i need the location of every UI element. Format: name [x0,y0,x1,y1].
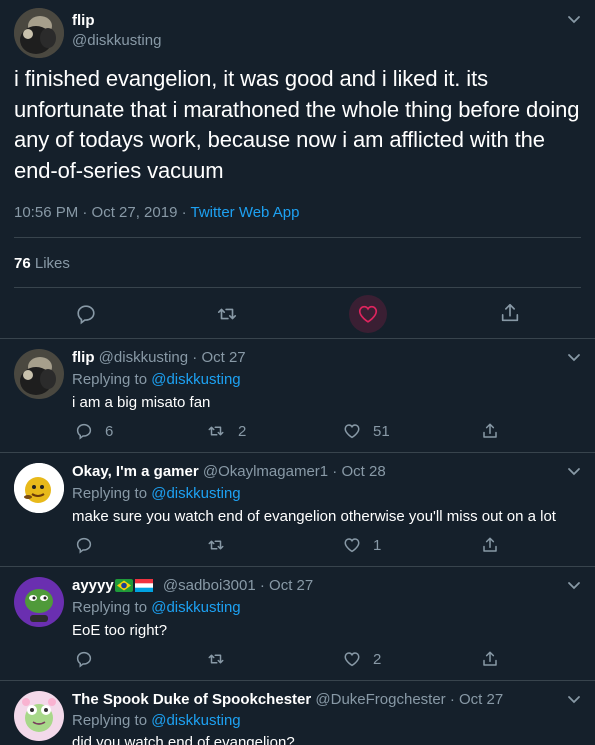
like-count: 2 [373,650,382,668]
reply-button[interactable] [75,650,105,668]
reply-icon [76,651,92,668]
replying-to-handle[interactable]: @diskkusting [151,371,240,388]
display-name[interactable]: Okay, I'm a gamer [72,463,199,480]
display-name[interactable]: The Spook Duke of Spookchester [72,691,311,708]
heart-icon [344,424,360,439]
reply-count: 6 [105,422,114,440]
likes-number: 76 [14,255,31,272]
reply-tweet[interactable]: flip @diskkusting · Oct 27 Replying to @… [0,339,595,452]
replying-prefix: Replying to [72,485,152,502]
reply-text: did you watch end of evangelion? [72,734,295,745]
reply-text: make sure you watch end of evangelion ot… [72,508,556,525]
replying-prefix: Replying to [72,712,152,729]
replying-to-handle[interactable]: @diskkusting [151,712,240,729]
display-name[interactable]: flip [72,12,95,29]
like-button[interactable]: 1 [343,536,381,554]
tweet-source[interactable]: Twitter Web App [190,204,299,221]
avatar[interactable] [14,8,64,58]
reply-tweet[interactable]: Okay, I'm a gamer @Okaylmagamer1 · Oct 2… [0,453,595,566]
reply-icon [76,537,92,554]
user-handle[interactable]: @DukeFrogchester [315,691,445,708]
user-handle[interactable]: @diskkusting [99,349,188,366]
reply-header: The Spook Duke of Spookchester @DukeFrog… [72,691,503,708]
replying-prefix: Replying to [72,371,152,388]
reply-icon[interactable] [75,303,97,325]
chevron-down-icon[interactable] [567,695,581,705]
replying-to: Replying to @diskkusting [72,599,241,616]
divider [14,287,581,288]
chevron-down-icon[interactable] [567,467,581,477]
luxembourg-flag-icon [134,579,153,592]
reply-text: i am a big misato fan [72,394,211,411]
retweet-button[interactable] [206,536,238,554]
user-handle[interactable]: @diskkusting [72,32,161,49]
tweet-timestamp[interactable]: 10:56 PM · Oct 27, 2019 · [14,204,190,221]
chevron-down-icon[interactable] [567,15,581,25]
reply-date[interactable]: · Oct 27 [188,349,245,366]
retweet-icon [208,654,224,664]
heart-icon [344,538,360,553]
share-icon[interactable] [499,302,521,324]
retweet-icon [208,426,224,436]
chevron-down-icon[interactable] [567,353,581,363]
reply-button[interactable]: 6 [75,422,113,440]
avatar[interactable] [14,577,64,627]
user-handle[interactable]: @sadboi3001 [163,577,256,594]
like-button[interactable]: 2 [343,650,381,668]
avatar[interactable] [14,463,64,513]
reply-icon [76,423,92,440]
reply-date[interactable]: · Oct 27 [256,577,313,594]
tweet-text: i finished evangelion, it was good and i… [14,66,580,183]
chevron-down-icon[interactable] [567,581,581,591]
like-button[interactable] [349,295,387,333]
reply-text: EoE too right? [72,622,168,639]
replying-prefix: Replying to [72,599,152,616]
share-icon[interactable] [481,422,499,440]
retweet-icon[interactable] [215,303,239,325]
replying-to-handle[interactable]: @diskkusting [151,599,240,616]
display-name[interactable]: flip [72,349,95,366]
reply-tweet[interactable]: ayyyy @sadboi3001 · Oct 27 Replying to @… [0,567,595,680]
reply-tweet[interactable]: The Spook Duke of Spookchester @DukeFrog… [0,681,595,745]
user-handle[interactable]: @Okaylmagamer1 [203,463,328,480]
reply-header: ayyyy @sadboi3001 · Oct 27 [72,577,313,594]
like-count: 1 [373,536,382,554]
brazil-flag-icon [114,579,133,592]
tweet-meta: 10:56 PM · Oct 27, 2019 · Twitter Web Ap… [14,204,299,221]
likes-label: Likes [34,255,70,272]
retweet-count: 2 [238,422,247,440]
replying-to: Replying to @diskkusting [72,371,241,388]
share-icon[interactable] [481,650,499,668]
replying-to: Replying to @diskkusting [72,485,241,502]
avatar[interactable] [14,349,64,399]
reply-date[interactable]: · Oct 27 [446,691,503,708]
retweet-icon [208,540,224,550]
likes-count[interactable]: 76 Likes [14,255,70,272]
like-button[interactable]: 51 [343,422,390,440]
share-icon[interactable] [481,536,499,554]
heart-icon [358,305,378,323]
retweet-button[interactable]: 2 [206,422,246,440]
heart-icon [344,652,360,667]
like-count: 51 [373,422,390,440]
reply-header: flip @diskkusting · Oct 27 [72,349,246,366]
reply-date[interactable]: · Oct 28 [328,463,385,480]
display-name[interactable]: ayyyy [72,577,114,594]
reply-header: Okay, I'm a gamer @Okaylmagamer1 · Oct 2… [72,463,386,480]
replying-to-handle[interactable]: @diskkusting [151,485,240,502]
avatar[interactable] [14,691,64,741]
tweet-actions [0,295,595,333]
divider [14,237,581,238]
retweet-button[interactable] [206,650,238,668]
reply-button[interactable] [75,536,105,554]
replying-to: Replying to @diskkusting [72,712,241,729]
